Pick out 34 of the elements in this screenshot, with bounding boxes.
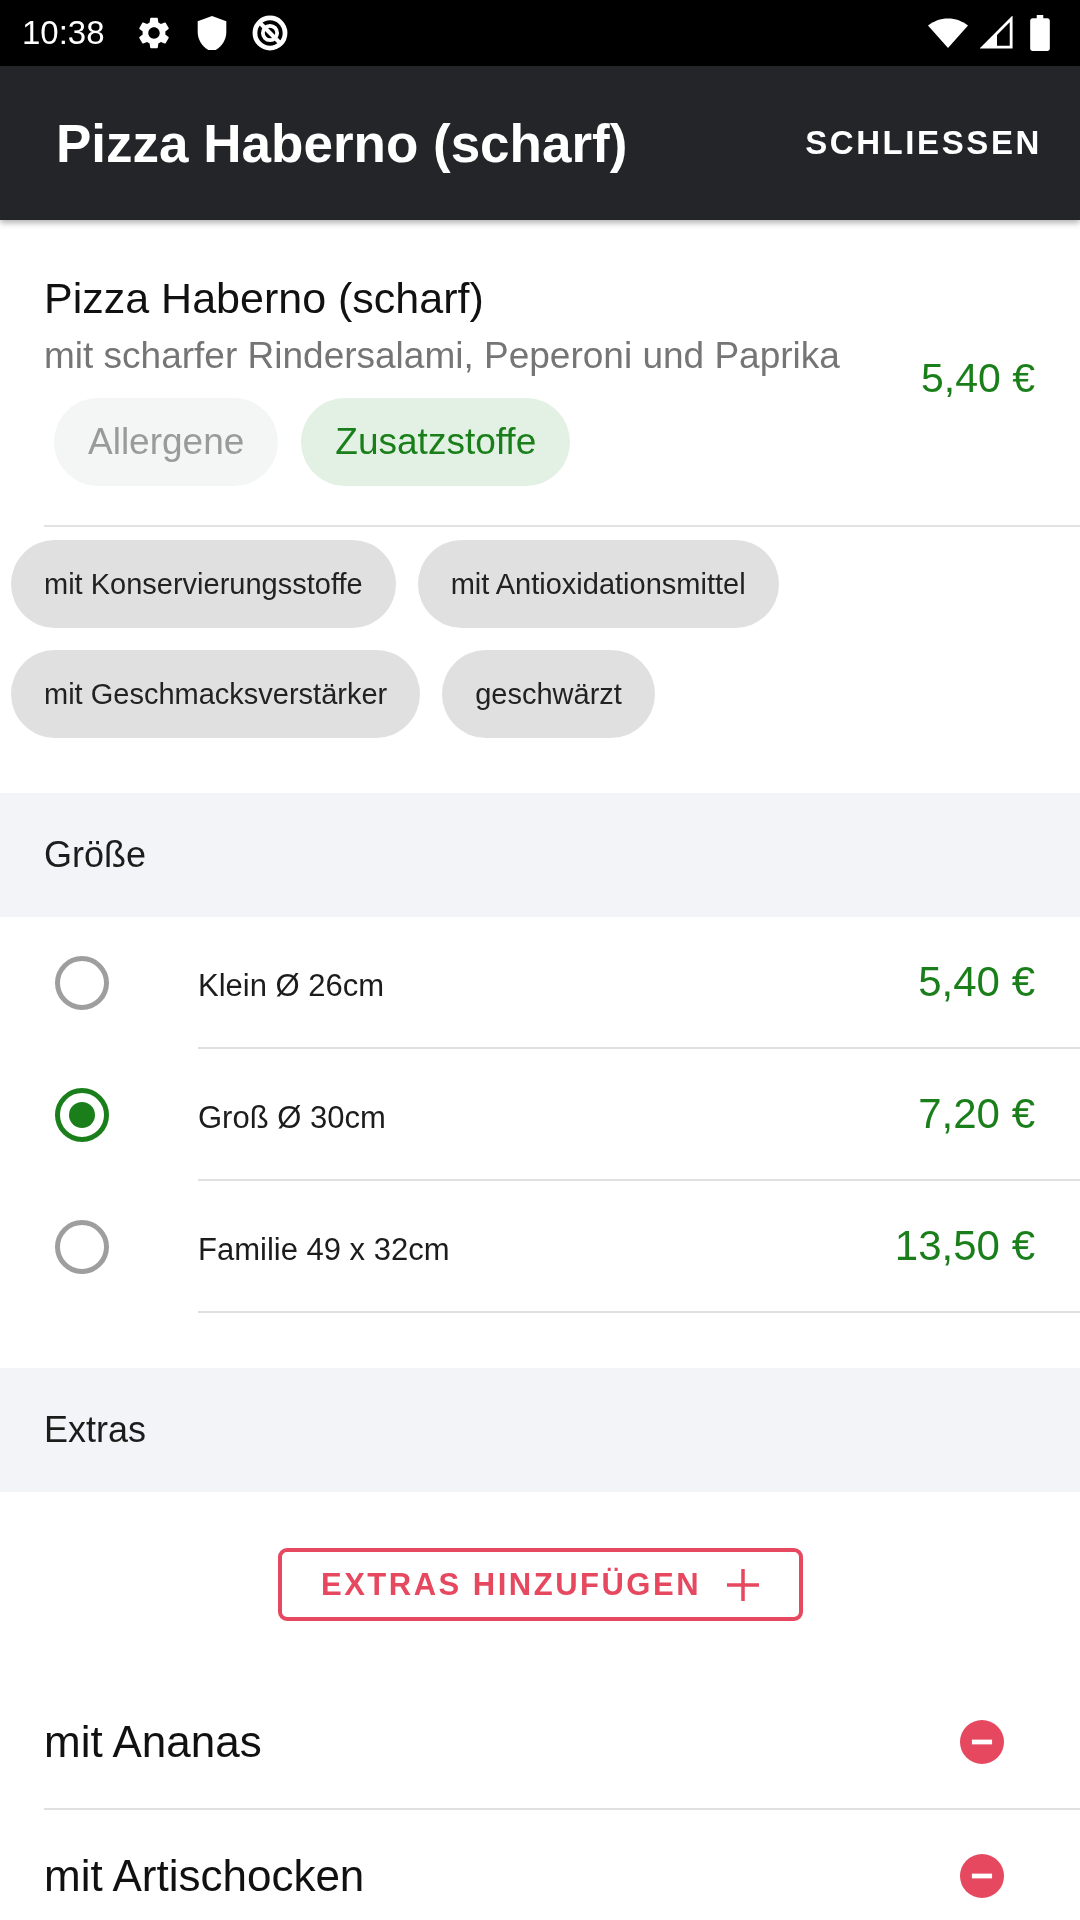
size-option-price: 5,40 € xyxy=(918,958,1035,1006)
size-option-label: Klein Ø 26cm xyxy=(198,967,385,1004)
size-option-price: 7,20 € xyxy=(918,1090,1035,1138)
remove-icon[interactable] xyxy=(960,1854,1004,1898)
size-option-label: Familie 49 x 32cm xyxy=(198,1231,450,1268)
section-title: Größe xyxy=(44,834,147,876)
additive-chip: mit Konservierungsstoffe xyxy=(11,540,396,628)
radio-button[interactable] xyxy=(55,1220,109,1274)
plus-icon xyxy=(727,1568,760,1601)
close-button[interactable]: SCHLIESSEN xyxy=(805,116,1042,170)
size-option-label: Groß Ø 30cm xyxy=(198,1099,386,1136)
additive-chip: mit Geschmacksverstärker xyxy=(11,650,421,738)
extra-item-label: mit Artischocken xyxy=(44,1851,365,1901)
blocked-circle-icon xyxy=(250,14,289,52)
wifi-icon xyxy=(928,18,968,48)
app-bar-title: Pizza Haberno (scharf) xyxy=(56,112,628,174)
radio-button[interactable] xyxy=(55,1088,109,1142)
status-time: 10:38 xyxy=(22,14,105,52)
section-title: Extras xyxy=(44,1409,147,1451)
info-tab[interactable]: Allergene xyxy=(54,398,279,486)
additive-chip: mit Antioxidationsmittel xyxy=(417,540,779,628)
size-option-price: 13,50 € xyxy=(894,1222,1035,1270)
info-tab[interactable]: Zusatzstoffe xyxy=(301,398,571,486)
battery-icon xyxy=(1030,15,1050,51)
product-price: 5,40 € xyxy=(921,354,1035,402)
additive-chip: geschwärzt xyxy=(442,650,655,738)
product-description: mit scharfer Rindersalami, Peperoni und Paprika xyxy=(44,334,841,378)
signal-icon xyxy=(980,16,1014,50)
add-extras-button[interactable]: EXTRAS HINZUFÜGEN xyxy=(277,1548,803,1621)
extra-item-label: mit Ananas xyxy=(44,1717,262,1767)
product-name: Pizza Haberno (scharf) xyxy=(44,273,485,324)
remove-icon[interactable] xyxy=(960,1720,1004,1764)
radio-button[interactable] xyxy=(55,956,109,1010)
shield-icon xyxy=(196,16,227,50)
